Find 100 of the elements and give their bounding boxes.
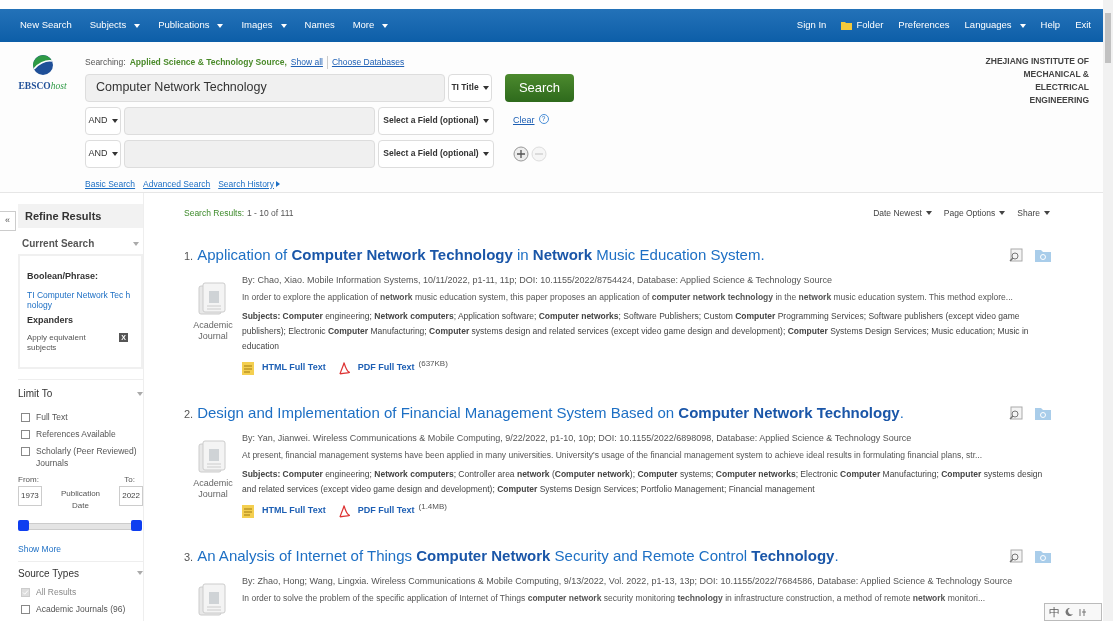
- publication-type: Academic Journal: [192, 478, 234, 501]
- folder-icon: [841, 21, 853, 30]
- caret-icon: [111, 118, 118, 123]
- nav-menu-item[interactable]: Names: [304, 18, 335, 33]
- result-title[interactable]: An Analysis of Internet of Things Computer Network Security and Remote Control Technology.: [197, 544, 839, 568]
- search-input[interactable]: Computer Network Technology: [85, 73, 445, 102]
- checkbox[interactable]: [21, 447, 30, 456]
- caret-icon: [133, 241, 139, 246]
- checkbox[interactable]: [21, 604, 30, 614]
- result-abstract: In order to explore the application of network music education system, this paper proposes an application of computer network technology in the network music education system. This method explore...: [242, 291, 1014, 305]
- collapse-sidebar-button[interactable]: «: [0, 210, 16, 231]
- pdf-icon: [337, 361, 350, 375]
- nav-menu-item[interactable]: Languages: [964, 18, 1026, 33]
- search-input[interactable]: [124, 106, 375, 135]
- result-title[interactable]: Design and Implementation of Financial Management System Based on Computer Network Technology.: [197, 401, 904, 425]
- caret-icon: [382, 23, 389, 28]
- nav-menu-item[interactable]: Exit: [1075, 18, 1091, 33]
- operator-dropdown[interactable]: AND: [85, 106, 121, 135]
- nav-menu-item[interactable]: Subjects: [89, 18, 141, 33]
- search-mode-link[interactable]: Basic Search: [85, 177, 136, 191]
- triangle-icon: [275, 181, 280, 188]
- search-input[interactable]: [124, 139, 375, 168]
- caret-icon: [925, 211, 932, 216]
- checkbox[interactable]: [21, 413, 30, 422]
- ime-mode-text: 中: [1049, 604, 1060, 620]
- field-dropdown[interactable]: Select a Field (optional): [378, 106, 494, 135]
- to-label: To:: [124, 474, 136, 486]
- checkbox[interactable]: [21, 430, 30, 439]
- refine-results-title: Refine Results: [25, 208, 102, 224]
- nav-menu-item[interactable]: Folder: [841, 18, 884, 33]
- section-heading: Source Types: [18, 566, 79, 581]
- expander-text: Apply equivalent subjects: [27, 333, 87, 353]
- preview-icon[interactable]: [1009, 405, 1023, 420]
- result-byline: By: Zhao, Hong; Wang, Lingxia. Wireless Communications & Mobile Computing, 9/13/2022, Vol. 2022, p1-13, 13p; DOI: 10.1155/2022/7684586, Database: Applied Science & Technology Source: [242, 575, 1014, 589]
- result-number: 3.: [184, 549, 194, 565]
- caret-icon: [482, 118, 489, 123]
- nav-menu-item[interactable]: Help: [1040, 18, 1061, 33]
- ime-toolbar[interactable]: 中: [1044, 603, 1102, 621]
- search-button[interactable]: Search: [505, 73, 574, 102]
- slider-handle[interactable]: [131, 520, 142, 531]
- show-more-link[interactable]: Show More: [18, 543, 143, 556]
- result-subjects: Subjects: Computer engineering; Network computers; Controller area network (Computer network); Computer systems; Computer networks; Electronic Computer Manufacturing; Computer systems design and related services (except video game design and development); Computer Systems Design Services; Portfolio Management; Financial management: [242, 468, 1044, 497]
- nav-menu-item[interactable]: Sign In: [796, 18, 827, 33]
- clear-link[interactable]: Clear: [513, 114, 535, 128]
- html-full-text-link[interactable]: HTML Full Text: [262, 361, 326, 375]
- pdf-icon: [337, 504, 350, 518]
- caret-icon: [1044, 211, 1050, 216]
- document-icon: [198, 282, 228, 317]
- caret-icon: [217, 23, 224, 28]
- moon-icon: [1065, 608, 1073, 616]
- caret-icon: [280, 23, 287, 28]
- nav-menu-item[interactable]: Publications: [158, 18, 224, 33]
- to-year-field[interactable]: 2022: [119, 486, 143, 506]
- pdf-full-text-link[interactable]: PDF Full Text: [357, 504, 415, 518]
- database-name: Applied Science & Technology Source,: [129, 56, 287, 69]
- show-all-link[interactable]: Show all: [290, 56, 328, 69]
- result-number: 1.: [184, 248, 194, 264]
- document-icon: [198, 583, 228, 618]
- results-count-label: Search Results:: [184, 207, 244, 220]
- checkbox-label: Full Text: [36, 411, 68, 423]
- html-document-icon: [242, 504, 254, 518]
- result-number: 2.: [184, 406, 194, 422]
- result-abstract: In order to solve the problem of the specific application of Internet of Things computer network security monitoring technology in infrastructure construction, a method of remote network monitori...: [242, 592, 986, 606]
- operator-dropdown[interactable]: AND: [85, 139, 121, 168]
- caret-icon: [482, 151, 489, 156]
- results-menu-button[interactable]: Page Options: [943, 207, 1006, 220]
- preview-icon[interactable]: [1009, 548, 1023, 563]
- field-dropdown[interactable]: TI Title: [448, 73, 492, 102]
- results-menu-button[interactable]: Date Newest: [873, 207, 932, 220]
- searching-label: Searching:: [85, 56, 126, 69]
- scrollbar[interactable]: [1103, 0, 1113, 621]
- choose-databases-link[interactable]: Choose Databases: [331, 56, 405, 69]
- caret-icon: [134, 23, 141, 28]
- caret-icon: [1019, 23, 1026, 28]
- publication-type: Academic Journal: [192, 320, 234, 343]
- section-heading: Current Search: [22, 237, 95, 251]
- institution-name: ZHEJIANG INSTITUTE OF MECHANICAL & ELECTRICAL ENGINEERING: [985, 55, 1089, 107]
- file-size: (637KB): [418, 358, 448, 371]
- field-dropdown[interactable]: Select a Field (optional): [378, 139, 494, 168]
- nav-menu-item[interactable]: Preferences: [898, 18, 950, 33]
- caret-icon: [482, 85, 489, 90]
- checkbox-label: References Available: [36, 428, 116, 440]
- from-year-field[interactable]: 1973: [18, 486, 42, 506]
- add-row-icon[interactable]: [513, 145, 529, 162]
- html-full-text-link[interactable]: HTML Full Text: [262, 504, 326, 518]
- pdf-full-text-link[interactable]: PDF Full Text: [357, 361, 415, 375]
- search-mode-link[interactable]: Search History: [218, 177, 280, 191]
- nav-menu-item[interactable]: New Search: [20, 18, 72, 33]
- checkbox-label: Scholarly (Peer Reviewed) Journals: [36, 445, 138, 469]
- caret-icon: [999, 211, 1006, 216]
- nav-menu-item[interactable]: Images: [241, 18, 287, 33]
- results-menu-button[interactable]: Share: [1017, 207, 1050, 220]
- nav-menu-item[interactable]: More: [352, 18, 389, 33]
- slider-handle[interactable]: [18, 520, 29, 531]
- query-text[interactable]: TI Computer Network Tec hnology: [27, 289, 132, 310]
- result-byline: By: Chao, Xiao. Mobile Information Systems, 10/11/2022, p1-11, 11p; DOI: 10.1155/2022/8754424, Database: Applied Science & Technology Source: [242, 274, 834, 288]
- preview-icon[interactable]: [1009, 247, 1023, 262]
- caret-icon: [137, 571, 143, 576]
- result-title[interactable]: Application of Computer Network Technology in Network Music Education System.: [197, 243, 765, 267]
- search-mode-link[interactable]: Advanced Search: [143, 177, 211, 191]
